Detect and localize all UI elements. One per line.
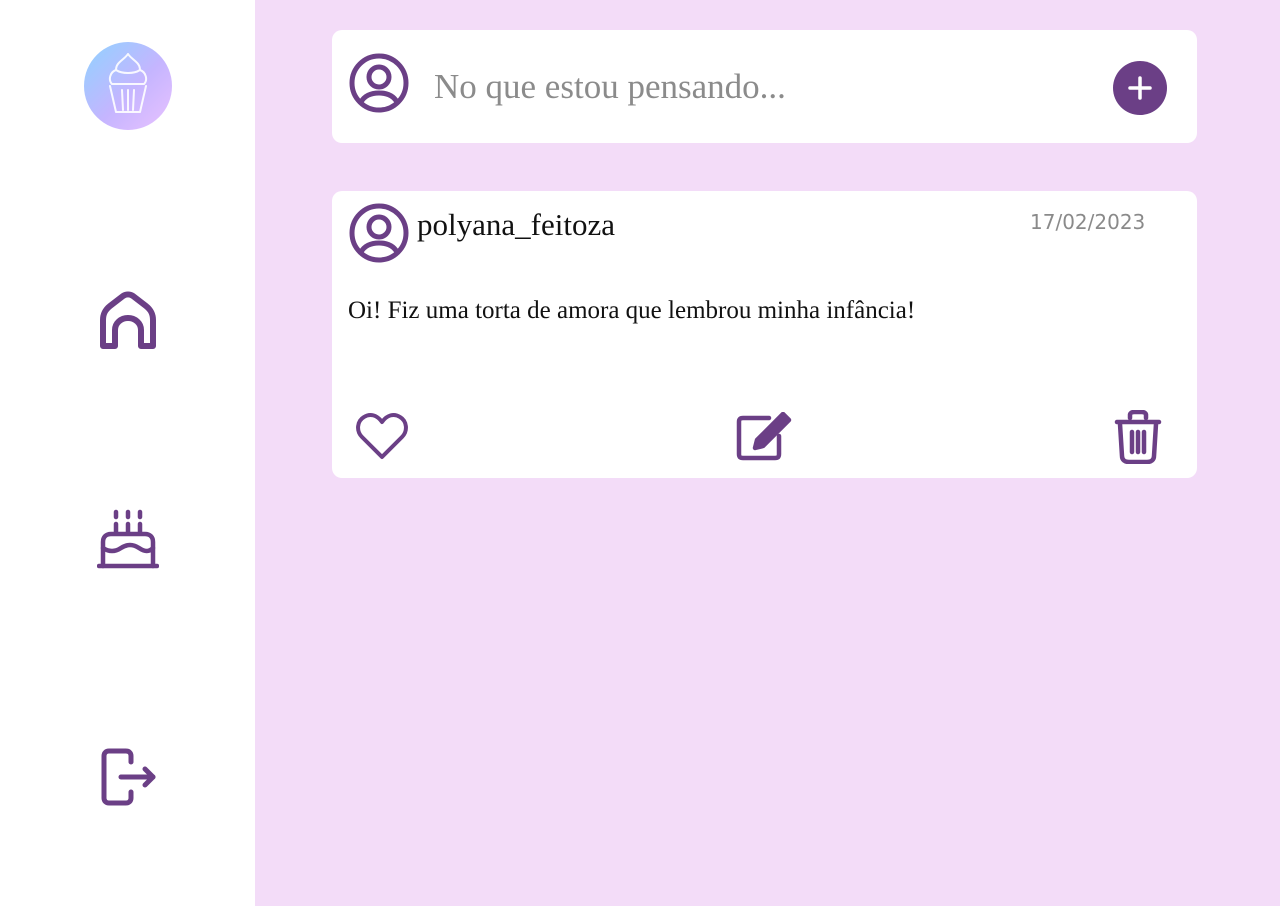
cake-icon — [97, 509, 159, 569]
heart-icon — [356, 412, 408, 459]
composer-avatar — [348, 52, 410, 119]
sidebar-item-logout[interactable] — [96, 745, 160, 809]
trash-icon — [1114, 410, 1162, 464]
post-card: polyana_feitoza 17/02/2023 Oi! Fiz uma t… — [332, 191, 1197, 478]
post-avatar — [348, 202, 410, 269]
composer-input[interactable] — [432, 62, 1092, 112]
logout-icon — [101, 748, 156, 806]
post-composer — [332, 30, 1197, 143]
delete-button[interactable] — [1110, 409, 1166, 465]
logo[interactable] — [84, 42, 172, 130]
plus-icon — [1128, 76, 1152, 100]
home-icon — [100, 291, 156, 349]
edit-button[interactable] — [734, 411, 794, 463]
user-circle-icon — [349, 53, 409, 113]
sidebar-item-home[interactable] — [96, 289, 160, 353]
app-root: polyana_feitoza 17/02/2023 Oi! Fiz uma t… — [0, 0, 1280, 906]
user-circle-icon — [349, 203, 409, 263]
add-post-button[interactable] — [1113, 61, 1167, 115]
edit-icon — [736, 412, 792, 461]
post-date: 17/02/2023 — [1030, 210, 1146, 234]
like-button[interactable] — [354, 411, 410, 463]
post-author[interactable]: polyana_feitoza — [417, 207, 615, 243]
post-text: Oi! Fiz uma torta de amora que lembrou m… — [348, 297, 916, 324]
sidebar-item-cakes[interactable] — [96, 507, 160, 571]
cupcake-icon — [108, 53, 148, 113]
sidebar — [0, 0, 255, 906]
